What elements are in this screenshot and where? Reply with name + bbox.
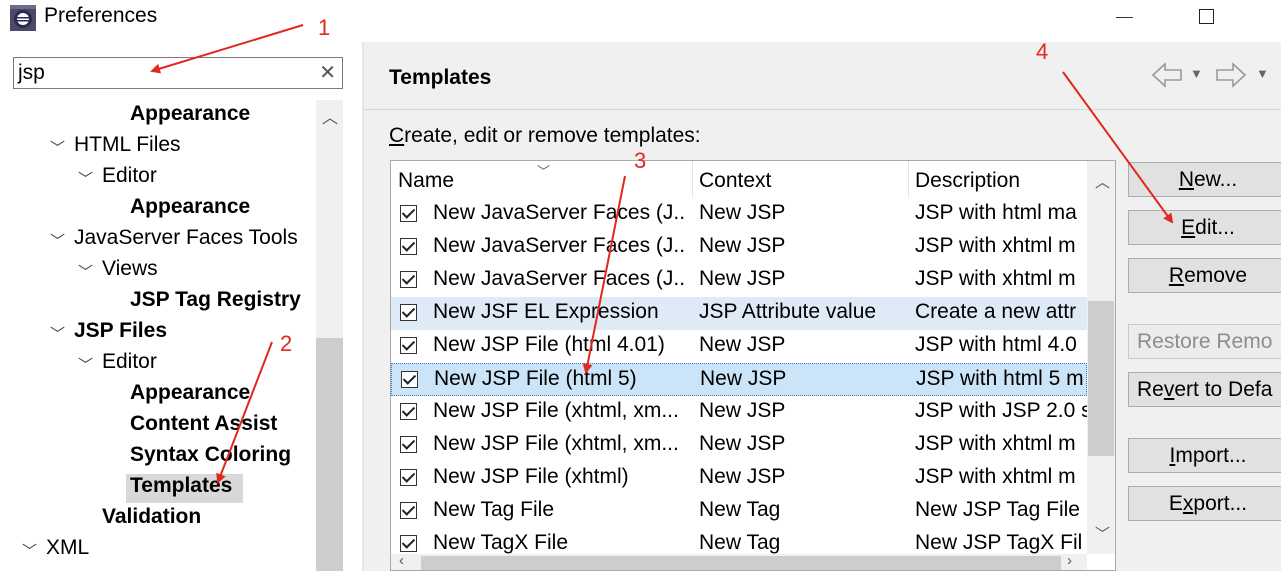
annotation-number-1: 1: [318, 15, 331, 40]
annotation-arrow-4: [1062, 71, 1174, 224]
annotation-number-2: 2: [280, 331, 293, 356]
annotation-number-4: 4: [1036, 39, 1049, 64]
annotation-arrow-2: [216, 341, 273, 484]
annotation-arrow-3: [582, 175, 626, 374]
annotation-number-3: 3: [634, 148, 647, 173]
annotation-arrows: [150, 24, 1174, 484]
annotation-arrow-1: [150, 24, 304, 74]
